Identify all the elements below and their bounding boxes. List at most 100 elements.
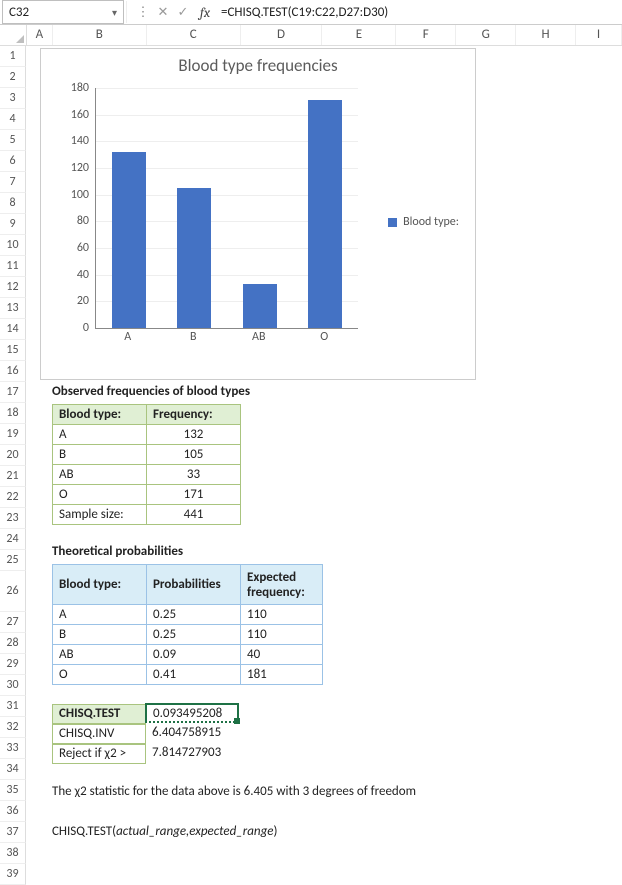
row-header[interactable]: 16 [0,361,26,382]
row-header[interactable]: 26 [0,571,26,612]
chart-bar[interactable] [112,152,146,328]
row-header[interactable]: 9 [0,214,26,235]
selected-cell[interactable]: 0.093495208 [145,703,239,723]
row-header[interactable]: 19 [0,424,26,445]
row-header[interactable]: 30 [0,675,26,696]
row-header[interactable]: 36 [0,801,26,822]
row-headers: 1234567891011121314151617181920212223242… [0,46,26,885]
column-header[interactable]: D [241,25,323,45]
row-header[interactable]: 20 [0,445,26,466]
table-row[interactable]: AB33 [53,465,241,485]
grid-rows: 1234567891011121314151617181920212223242… [0,46,622,846]
y-tick-label: 180 [55,81,89,95]
y-tick-label: 60 [55,241,89,255]
theoretical-title: Theoretical probabilities [52,544,183,559]
table-row: Blood type: Frequency: [53,405,241,425]
y-tick-label: 80 [55,214,89,228]
divider [126,1,133,23]
row-header[interactable]: 37 [0,822,26,843]
chevron-down-icon[interactable]: ▾ [112,6,117,19]
column-header[interactable]: G [456,25,516,45]
table-header: Frequency: [147,405,241,425]
result-chisq-inv[interactable]: CHISQ.INV 6.404758915 [52,724,240,744]
row-header[interactable]: 35 [0,780,26,801]
result-reject-threshold[interactable]: Reject if χ2 > 7.814727903 [52,744,240,764]
row-header[interactable]: 1 [0,46,26,67]
row-header[interactable]: 31 [0,696,26,717]
table-row[interactable]: Sample size:441 [53,505,241,525]
row-header[interactable]: 14 [0,319,26,340]
result-value[interactable]: 7.814727903 [146,744,240,764]
table-row[interactable]: A132 [53,425,241,445]
row-header[interactable]: 7 [0,172,26,193]
y-tick-label: 120 [55,161,89,175]
x-tick-label: B [176,330,210,344]
table-row[interactable]: A0.25110 [53,605,323,625]
column-header[interactable]: B [53,25,147,45]
table-header: Expected frequency: [241,565,323,605]
chart-bar[interactable] [177,188,211,328]
row-header[interactable]: 6 [0,151,26,172]
column-header[interactable]: H [516,25,576,45]
formula-bar: C32 ▾ ⋮ ✕ ✓ fx =CHISQ.TEST(C19:C22,D27:D… [0,0,622,25]
row-header[interactable]: 38 [0,843,26,864]
row-header[interactable]: 27 [0,612,26,633]
row-header[interactable]: 25 [0,550,26,571]
chart-bar[interactable] [243,284,277,328]
row-header[interactable]: 28 [0,633,26,654]
row-header[interactable]: 12 [0,277,26,298]
row-header[interactable]: 8 [0,193,26,214]
column-header[interactable]: F [396,25,456,45]
row-header[interactable]: 3 [0,88,26,109]
result-label: CHISQ.TEST [52,704,146,724]
table-row[interactable]: B0.25110 [53,625,323,645]
stat-note: The χ2 statistic for the data above is 6… [52,784,416,799]
enter-icon[interactable]: ✓ [173,4,193,20]
fx-icon[interactable]: fx [193,4,217,21]
syntax-note: CHISQ.TEST(actual_range,expected_range) [52,824,277,839]
row-header[interactable]: 29 [0,654,26,675]
chart-body: 020406080100120140160180 ABABO Blood typ… [55,82,467,362]
x-tick-label: O [307,330,341,344]
result-value[interactable]: 6.404758915 [146,724,240,744]
row-header[interactable]: 32 [0,717,26,738]
table-row[interactable]: O171 [53,485,241,505]
column-header[interactable]: I [576,25,622,45]
chart-plot-area [95,88,358,329]
row-header[interactable]: 11 [0,256,26,277]
row-header[interactable]: 24 [0,529,26,550]
row-header[interactable]: 22 [0,487,26,508]
select-all-corner[interactable] [0,25,27,45]
y-tick-label: 160 [55,108,89,122]
y-tick-label: 40 [55,268,89,282]
table-row[interactable]: AB0.0940 [53,645,323,665]
result-chisq-test[interactable]: CHISQ.TEST 0.093495208 [52,704,239,724]
row-header[interactable]: 39 [0,864,26,885]
column-header[interactable]: C [147,25,241,45]
row-header[interactable]: 33 [0,738,26,759]
row-header[interactable]: 18 [0,403,26,424]
column-header[interactable]: E [322,25,396,45]
cancel-icon[interactable]: ✕ [153,4,173,20]
row-header[interactable]: 34 [0,759,26,780]
chart-bar[interactable] [308,100,342,328]
table-row[interactable]: O0.41181 [53,665,323,685]
row-header[interactable]: 15 [0,340,26,361]
table-header: Blood type: [53,565,147,605]
theoretical-table: Blood type: Probabilities Expected frequ… [52,564,323,685]
formula-input[interactable]: =CHISQ.TEST(C19:C22,D27:D30) [217,1,622,23]
row-header[interactable]: 23 [0,508,26,529]
name-box[interactable]: C32 ▾ [2,0,124,24]
column-headers: ABCDEFGHI [0,25,622,46]
chart-object[interactable]: Blood type frequencies 02040608010012014… [40,48,476,380]
row-header[interactable]: 21 [0,466,26,487]
row-header[interactable]: 13 [0,298,26,319]
column-header[interactable]: A [27,25,53,45]
table-row[interactable]: B105 [53,445,241,465]
row-header[interactable]: 4 [0,109,26,130]
row-header[interactable]: 10 [0,235,26,256]
observed-title: Observed frequencies of blood types [52,384,250,399]
row-header[interactable]: 2 [0,67,26,88]
row-header[interactable]: 5 [0,130,26,151]
row-header[interactable]: 17 [0,382,26,403]
